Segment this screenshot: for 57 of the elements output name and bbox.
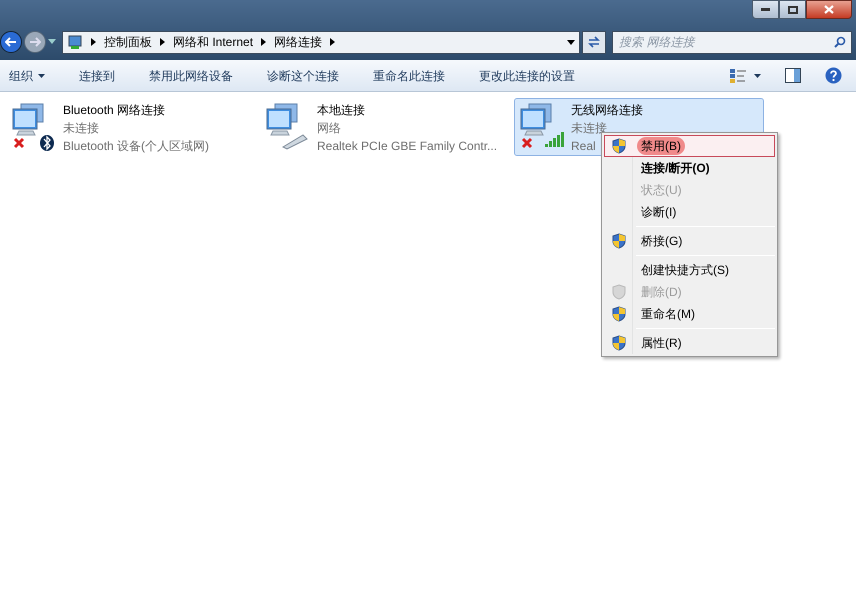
toolbar-button[interactable]: 重命名此连接 — [373, 66, 445, 84]
chevron-right-icon — [330, 38, 336, 46]
refresh-button[interactable] — [582, 30, 606, 54]
connection-name: 本地连接 — [317, 102, 365, 119]
control-panel-icon — [67, 34, 83, 50]
chevron-right-icon — [160, 38, 165, 46]
chevron-right-icon — [261, 38, 266, 46]
shield-icon — [612, 138, 626, 154]
breadcrumb-item[interactable]: 网络和 Internet — [173, 33, 254, 51]
shield-icon — [612, 284, 626, 300]
forward-arrow-icon — [29, 37, 41, 47]
close-button[interactable] — [806, 0, 852, 19]
menu-item[interactable]: 诊断(I) — [604, 201, 775, 223]
preview-pane-icon[interactable] — [785, 68, 801, 83]
caret-icon[interactable] — [48, 39, 56, 45]
forward-button[interactable] — [24, 31, 46, 53]
search-field[interactable]: 搜索 网络连接 — [612, 30, 852, 54]
dropdown-caret-icon[interactable] — [567, 40, 575, 44]
connection-status: 未连接 — [63, 120, 99, 137]
breadcrumb-item[interactable]: 控制面板 — [104, 33, 152, 51]
menu-item[interactable]: 连接/断开(O) — [604, 157, 775, 179]
minimize-button[interactable] — [752, 0, 779, 19]
toolbar-button[interactable]: 诊断这个连接 — [267, 66, 339, 84]
toolbar-button[interactable]: 禁用此网络设备 — [149, 66, 233, 84]
menu-item[interactable]: 创建快捷方式(S) — [604, 259, 775, 281]
address-bar[interactable]: 控制面板 网络和 Internet 网络连接 — [62, 30, 580, 54]
connection-status: 网络 — [317, 120, 341, 137]
connection-device: Bluetooth 设备(个人区域网) — [63, 138, 210, 155]
menu-item[interactable]: 桥接(G) — [604, 230, 775, 252]
shield-icon — [612, 306, 626, 322]
connection-item[interactable]: Bluetooth 网络连接 未连接 Bluetooth 设备(个人区域网) — [6, 98, 256, 156]
help-icon[interactable] — [825, 67, 842, 84]
toolbar-button[interactable]: 更改此连接的设置 — [479, 66, 575, 84]
menu-item[interactable]: 重命名(M) — [604, 303, 775, 325]
connection-name: 无线网络连接 — [571, 102, 643, 119]
toolbar-button[interactable]: 连接到 — [79, 66, 115, 84]
toolbar-button[interactable]: 组织 — [9, 66, 45, 84]
connection-device: Realtek PCIe GBE Family Contr... — [317, 138, 498, 155]
menu-item[interactable]: 禁用(B) — [604, 135, 775, 157]
back-arrow-icon — [5, 37, 17, 47]
connection-item[interactable]: 本地连接 网络 Realtek PCIe GBE Family Contr... — [260, 98, 510, 156]
connection-name: Bluetooth 网络连接 — [63, 102, 166, 119]
refresh-icon — [587, 36, 601, 48]
chevron-right-icon — [91, 38, 96, 46]
caret-icon — [38, 74, 45, 78]
shield-icon — [612, 335, 626, 351]
shield-icon — [612, 233, 626, 249]
connection-device: Real — [571, 138, 596, 155]
maximize-button[interactable] — [779, 0, 806, 19]
breadcrumb-item[interactable]: 网络连接 — [274, 33, 322, 51]
view-options-button[interactable] — [730, 68, 761, 82]
close-icon — [824, 5, 834, 14]
back-button[interactable] — [0, 31, 22, 53]
caret-icon — [754, 74, 761, 78]
search-icon — [834, 36, 846, 48]
menu-item[interactable]: 属性(R) — [604, 332, 775, 354]
view-list-icon — [730, 68, 746, 82]
